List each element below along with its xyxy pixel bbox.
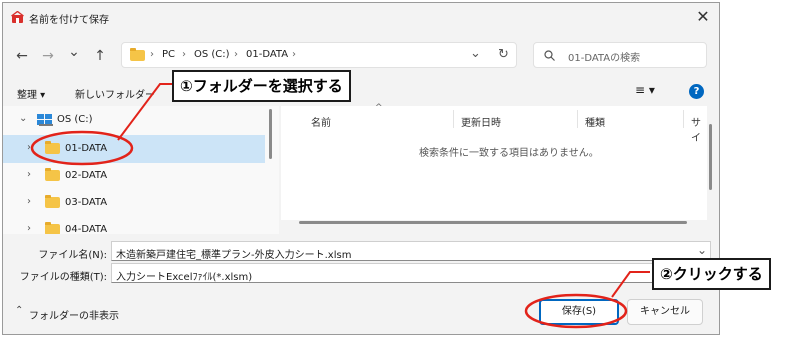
tree-item-02-data[interactable]: › 02-DATA bbox=[3, 162, 265, 190]
navigation-bar: ← → ⌄ ↑ › PC › OS (C:) › 01-DATA › ⌄ ↻ 0… bbox=[3, 33, 719, 75]
organize-menu[interactable]: 整理 ▾ bbox=[17, 86, 45, 101]
tree-item-01-data[interactable]: › 01-DATA bbox=[3, 135, 265, 163]
file-list-vertical-scrollbar[interactable] bbox=[709, 124, 712, 190]
column-header-size[interactable]: サイ bbox=[691, 114, 707, 144]
chevron-right-icon[interactable]: › bbox=[27, 196, 31, 207]
tree-label: 02-DATA bbox=[65, 170, 108, 181]
view-menu-icon[interactable]: ≡ ▾ bbox=[635, 83, 655, 97]
folder-icon bbox=[45, 195, 60, 208]
folder-icon bbox=[130, 48, 145, 61]
command-bar: 整理 ▾ 新しいフォルダー ≡ ▾ ? bbox=[3, 78, 719, 106]
chevron-right-icon[interactable]: › bbox=[27, 223, 31, 234]
folder-icon bbox=[45, 222, 60, 234]
callout-step1-text: ①フォルダーを選択する bbox=[180, 77, 343, 95]
filetype-select[interactable]: 入力シートExcelﾌｧｲﾙ(*.xlsm) bbox=[111, 263, 711, 283]
column-header-type[interactable]: 種類 bbox=[585, 114, 605, 129]
help-icon[interactable]: ? bbox=[689, 84, 704, 99]
navigation-pane: ⌄ OS (C:) › 01-DATA › 02-DATA › 03-DATA bbox=[3, 106, 279, 234]
filename-dropdown-icon[interactable]: ⌄ bbox=[697, 243, 707, 257]
filetype-label: ファイルの種類(T): bbox=[19, 272, 107, 283]
column-divider[interactable] bbox=[683, 110, 684, 128]
sort-indicator-icon: ^ bbox=[375, 103, 383, 113]
folder-icon bbox=[45, 168, 60, 181]
chevron-right-icon[interactable]: › bbox=[27, 169, 31, 180]
cancel-button[interactable]: キャンセル bbox=[627, 299, 703, 325]
callout-step2: ②クリックする bbox=[652, 258, 771, 290]
refresh-icon[interactable]: ↻ bbox=[498, 47, 509, 62]
file-list-pane: ^ 名前 更新日時 種類 サイ 検索条件に一致する項目はありません。 bbox=[281, 103, 707, 220]
column-divider[interactable] bbox=[453, 110, 454, 128]
file-list-horizontal-scrollbar[interactable] bbox=[299, 221, 687, 224]
breadcrumb-separator: › bbox=[150, 49, 154, 60]
column-header-name[interactable]: 名前 bbox=[311, 114, 331, 129]
drive-icon bbox=[37, 114, 53, 126]
tree-label: 03-DATA bbox=[65, 197, 108, 208]
tree-item-03-data[interactable]: › 03-DATA bbox=[3, 189, 265, 217]
new-folder-button[interactable]: 新しいフォルダー bbox=[75, 86, 155, 101]
breadcrumb-separator: › bbox=[182, 49, 186, 60]
column-header-modified[interactable]: 更新日時 bbox=[461, 114, 501, 129]
close-icon[interactable]: ✕ bbox=[693, 7, 713, 27]
tree-item-04-data[interactable]: › 04-DATA bbox=[3, 216, 265, 234]
up-arrow-icon[interactable]: ↑ bbox=[91, 47, 109, 65]
save-button[interactable]: 保存(S) bbox=[539, 299, 619, 325]
app-icon bbox=[11, 11, 24, 23]
filename-input[interactable]: 木造新築戸建住宅_標準プラン-外皮入力シート.xlsm bbox=[111, 241, 711, 261]
chevron-up-icon[interactable]: ⌃ bbox=[15, 305, 23, 316]
breadcrumb-separator: › bbox=[292, 49, 296, 60]
search-icon bbox=[544, 50, 555, 61]
search-placeholder: 01-DATAの検索 bbox=[568, 53, 641, 64]
callout-step1: ①フォルダーを選択する bbox=[172, 70, 351, 102]
folder-icon bbox=[45, 141, 60, 154]
title-bar: 名前を付けて保存 ✕ bbox=[3, 3, 719, 33]
breadcrumb-separator: › bbox=[234, 49, 238, 60]
column-divider[interactable] bbox=[577, 110, 578, 128]
chevron-down-icon[interactable]: ⌄ bbox=[19, 113, 27, 124]
forward-arrow-icon[interactable]: → bbox=[39, 47, 57, 65]
tree-item-os-c[interactable]: ⌄ OS (C:) bbox=[3, 106, 265, 134]
filename-label: ファイル名(N): bbox=[38, 250, 107, 261]
breadcrumb-os-c[interactable]: OS (C:) bbox=[194, 49, 230, 60]
breadcrumb-pc[interactable]: PC bbox=[162, 49, 175, 60]
chevron-right-icon[interactable]: › bbox=[27, 142, 31, 153]
breadcrumb-01-data[interactable]: 01-DATA bbox=[246, 49, 288, 60]
filetype-value: 入力シートExcelﾌｧｲﾙ(*.xlsm) bbox=[116, 272, 253, 283]
save-as-dialog: 名前を付けて保存 ✕ ← → ⌄ ↑ › PC › OS (C:) › 01-D… bbox=[2, 2, 720, 335]
back-arrow-icon[interactable]: ← bbox=[13, 47, 31, 65]
empty-results-message: 検索条件に一致する項目はありません。 bbox=[419, 148, 599, 159]
callout-step2-text: ②クリックする bbox=[660, 265, 763, 283]
hide-folders-toggle[interactable]: フォルダーの非表示 bbox=[29, 307, 119, 322]
address-bar[interactable]: › PC › OS (C:) › 01-DATA › ⌄ ↻ bbox=[121, 42, 517, 68]
address-dropdown-icon[interactable]: ⌄ bbox=[470, 46, 481, 61]
dialog-footer: ⌃ フォルダーの非表示 保存(S) キャンセル bbox=[3, 293, 719, 333]
search-box[interactable]: 01-DATAの検索 bbox=[533, 42, 707, 68]
recent-locations-icon[interactable]: ⌄ bbox=[65, 43, 83, 61]
tree-label: 01-DATA bbox=[65, 143, 108, 154]
window-title: 名前を付けて保存 bbox=[29, 15, 109, 26]
tree-label: 04-DATA bbox=[65, 224, 108, 234]
tree-label: OS (C:) bbox=[57, 114, 93, 125]
filename-value: 木造新築戸建住宅_標準プラン-外皮入力シート.xlsm bbox=[116, 250, 352, 261]
navigation-scrollbar[interactable] bbox=[269, 109, 272, 159]
